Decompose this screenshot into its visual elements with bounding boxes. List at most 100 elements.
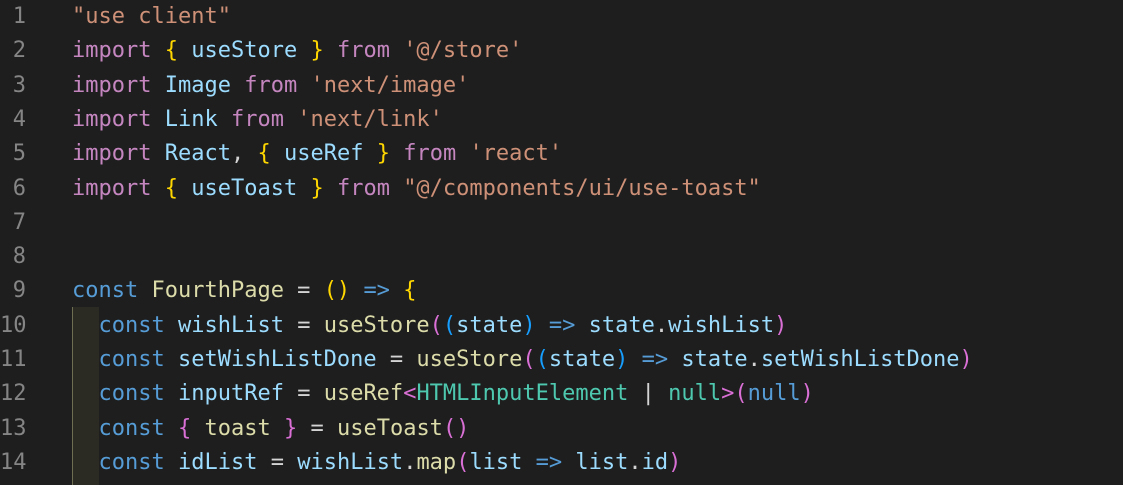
code-token: , <box>230 141 258 167</box>
line-code: import { useStore } from '@/store' <box>72 34 522 68</box>
code-token: ( <box>456 449 470 475</box>
code-token: const <box>72 278 139 304</box>
code-token: ( <box>442 312 457 338</box>
code-token: 'react' <box>469 141 563 167</box>
code-line[interactable]: 3 import Image from 'next/image' <box>0 69 1123 103</box>
code-token: FourthPage <box>151 278 284 304</box>
line-code: import Link from 'next/link' <box>72 103 443 137</box>
code-line[interactable]: 6 import { useToast } from "@/components/… <box>0 172 1123 206</box>
code-line[interactable]: 12 const inputRef = useRef<HTMLInputElem… <box>0 377 1123 411</box>
code-token: idList <box>177 449 258 475</box>
code-line[interactable]: 9 const FourthPage = () => { <box>0 274 1123 308</box>
code-line[interactable]: 2 import { useStore } from '@/store' <box>0 34 1123 68</box>
code-line[interactable]: 10 const wishList = useStore((state) => … <box>0 309 1123 343</box>
code-token: => <box>641 347 669 372</box>
line-code: "use client" <box>72 0 231 34</box>
code-editor[interactable]: 1 "use client" 2 import { useStore } from '… <box>0 0 1123 485</box>
line-code: const inputRef = useRef<HTMLInputElement… <box>72 377 814 411</box>
code-line[interactable]: 7 <box>0 206 1123 240</box>
code-token: => <box>363 278 390 304</box>
line-number: 10 <box>0 312 27 338</box>
code-token: import <box>72 38 152 64</box>
code-token: setWishListDone <box>177 347 377 372</box>
code-token: from <box>336 38 390 64</box>
code-line[interactable]: 8 <box>0 240 1123 274</box>
code-token: useStore <box>416 347 523 372</box>
code-token: | <box>628 381 669 407</box>
code-token: "use client" <box>72 4 231 29</box>
line-code: import { useToast } from "@/components/u… <box>72 172 761 206</box>
line-number: 12 <box>0 381 27 407</box>
code-token: ( <box>522 347 536 372</box>
code-token: { <box>403 278 417 304</box>
code-token: const <box>98 415 165 441</box>
code-line[interactable]: 13 const { toast } = useToast() <box>0 412 1123 446</box>
code-token: '@/store' <box>403 38 523 64</box>
code-token: ) <box>615 347 629 372</box>
code-line[interactable]: 11 const setWishListDone = useStore((sta… <box>0 343 1123 377</box>
code-token: import <box>72 175 152 201</box>
code-token: } <box>310 175 324 201</box>
line-number: 4 <box>12 106 26 132</box>
code-line[interactable]: 14 const idList = wishList.map(list => l… <box>0 446 1123 480</box>
code-token: ) <box>668 449 682 475</box>
line-number: 3 <box>12 72 26 98</box>
code-line[interactable]: 5 import React, { useRef } from 'react' <box>0 137 1123 171</box>
line-code: const idList = wishList.map(list => list… <box>72 446 682 480</box>
line-number: 13 <box>0 415 27 441</box>
code-token: Link <box>164 106 218 132</box>
code-token: = <box>376 347 417 372</box>
code-token: } <box>310 38 324 64</box>
code-token: useStore <box>191 38 298 64</box>
line-number: 11 <box>0 347 27 372</box>
code-token: } <box>376 141 390 167</box>
line-code: const setWishListDone = useStore((state)… <box>72 343 973 377</box>
code-token: useToast <box>191 175 298 201</box>
code-token: setWishListDone <box>760 347 960 372</box>
code-token: = <box>283 312 324 338</box>
code-token: React <box>164 141 231 167</box>
code-token: const <box>98 381 165 407</box>
code-token: null <box>747 381 801 407</box>
code-token: useRef <box>323 381 404 407</box>
code-token: wishList <box>668 312 775 338</box>
code-token: 'next/link' <box>297 106 443 132</box>
line-code: import React, { useRef } from 'react' <box>72 137 562 171</box>
code-token: . <box>747 347 761 372</box>
code-token: list <box>575 449 629 475</box>
line-code: const FourthPage = () => { <box>72 274 416 308</box>
code-token: = <box>297 415 337 441</box>
code-token: import <box>72 106 152 132</box>
code-token: . <box>403 449 417 475</box>
code-token: null <box>668 381 722 407</box>
code-line[interactable]: 4 import Link from 'next/link' <box>0 103 1123 137</box>
line-code: const wishList = useStore((state) => sta… <box>72 309 788 343</box>
code-token: from <box>230 106 284 132</box>
code-token: state <box>681 347 748 372</box>
code-line[interactable]: 1 "use client" <box>0 0 1123 34</box>
